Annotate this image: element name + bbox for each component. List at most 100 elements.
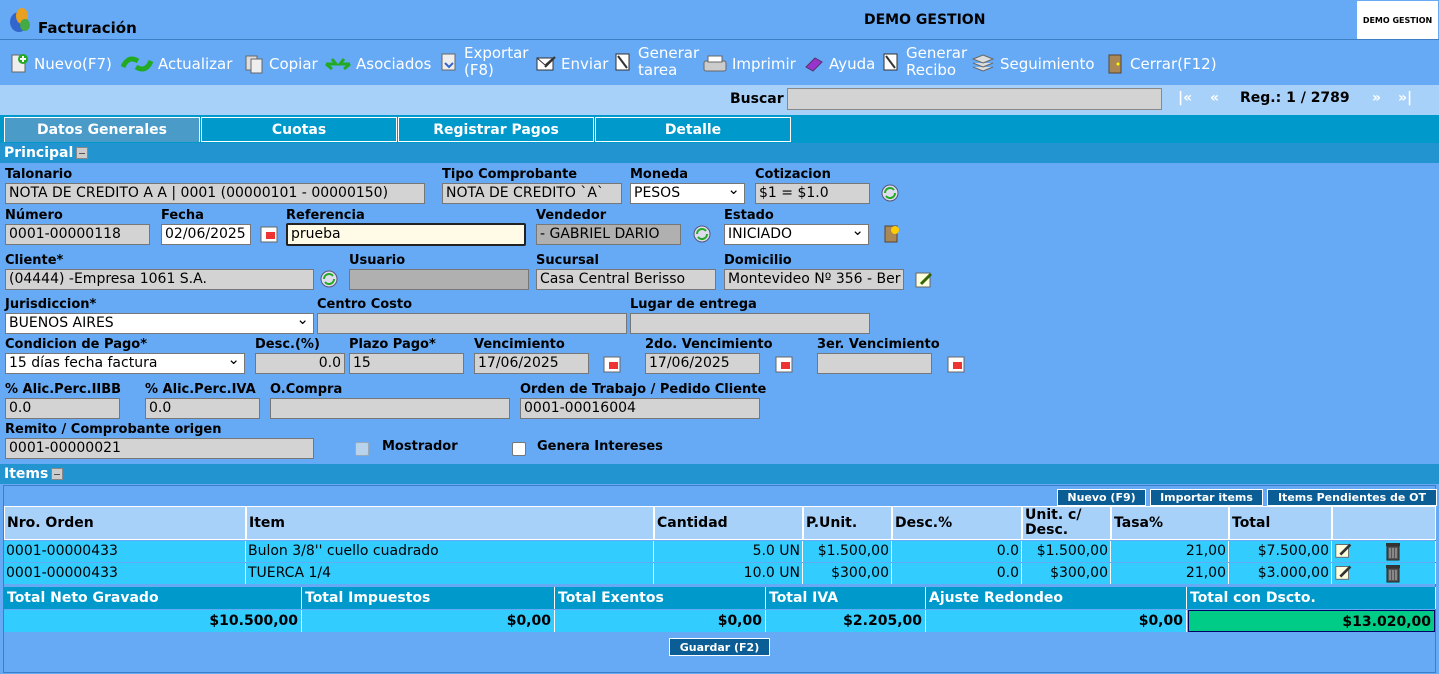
last-record-button[interactable]: »| <box>1398 90 1412 106</box>
numero-label: Número <box>5 208 63 223</box>
app-title: Facturación <box>38 19 137 37</box>
vencimiento2-field[interactable]: 17/06/2025 <box>645 353 760 374</box>
condicion-pago-select[interactable]: 15 días fecha factura <box>5 353 245 374</box>
print-button[interactable]: Imprimir <box>702 53 796 75</box>
table-row-desc: 0.0 <box>892 563 1022 584</box>
cliente-field[interactable]: (04444) -Empresa 1061 S.A. <box>5 269 314 290</box>
total-con-dscto-label: Total con Dscto. <box>1187 587 1436 609</box>
cotizacion-field[interactable]: $1 = $1.0 <box>755 183 870 204</box>
lugar-entrega-field[interactable] <box>630 313 870 334</box>
save-button[interactable]: Guardar (F2) <box>669 638 770 656</box>
edit-item-icon[interactable] <box>1334 562 1354 582</box>
trash-icon[interactable] <box>1382 540 1404 562</box>
col-desc[interactable]: Desc.% <box>892 506 1022 540</box>
moneda-select[interactable]: PESOS <box>630 183 745 204</box>
descuento-field[interactable]: 0.0 <box>255 353 345 374</box>
tracking-button[interactable]: Seguimiento <box>970 53 1095 75</box>
copy-button[interactable]: Copiar <box>243 53 318 75</box>
jurisdiccion-select[interactable]: BUENOS AIRES <box>5 313 314 334</box>
alic-iibb-label: % Alic.Perc.IIBB <box>5 382 122 397</box>
col-item[interactable]: Item <box>246 506 654 540</box>
vendedor-lookup-icon[interactable] <box>691 223 713 245</box>
calendar-icon[interactable] <box>258 223 280 245</box>
items-section-header[interactable]: Items <box>0 464 1439 484</box>
close-door-icon <box>1108 54 1122 74</box>
tab-detalle[interactable]: Detalle <box>595 117 791 142</box>
orden-trabajo-field[interactable]: 0001-00016004 <box>520 398 760 419</box>
edit-item-icon[interactable] <box>1334 540 1354 560</box>
table-row-cantidad: 10.0 UN <box>654 563 803 584</box>
edit-address-icon[interactable] <box>913 268 935 290</box>
generate-receipt-button[interactable]: Generar Recibo <box>880 45 967 79</box>
referencia-input[interactable]: prueba <box>286 223 526 246</box>
tipo-comprobante-field[interactable]: NOTA DE CREDITO `A` <box>442 183 622 204</box>
refresh-button[interactable]: Actualizar <box>120 53 232 75</box>
alic-iva-field[interactable]: 0.0 <box>145 398 260 419</box>
send-button[interactable]: Enviar <box>535 53 608 75</box>
export-button[interactable]: Exportar (F8) <box>438 45 528 79</box>
estado-label: Estado <box>724 208 774 223</box>
vencimiento3-field[interactable] <box>817 353 932 374</box>
vencimiento-field[interactable]: 17/06/2025 <box>474 353 589 374</box>
fecha-field[interactable]: 02/06/2025 <box>161 224 251 245</box>
calendar-icon[interactable] <box>773 353 795 375</box>
collapse-icon[interactable] <box>51 468 64 480</box>
generate-task-button[interactable]: Generar tarea <box>612 45 699 79</box>
genera-intereses-checkbox[interactable] <box>512 442 526 456</box>
tab-registrar-pagos[interactable]: Registrar Pagos <box>398 117 594 142</box>
remito-label: Remito / Comprobante origen <box>5 422 222 437</box>
search-input[interactable] <box>787 88 1162 110</box>
remito-field[interactable]: 0001-00000021 <box>5 438 314 459</box>
toolbar: Nuevo(F7) Actualizar Copiar Asociados Ex… <box>0 41 1439 85</box>
talonario-label: Talonario <box>5 167 73 182</box>
new-item-button[interactable]: Nuevo (F9) <box>1057 489 1146 506</box>
principal-section-header[interactable]: Principal <box>0 143 1439 163</box>
calendar-icon[interactable] <box>601 353 623 375</box>
total-impuestos-label: Total Impuestos <box>302 587 555 609</box>
condicion-pago-label: Condicion de Pago* <box>5 337 147 352</box>
collapse-icon[interactable] <box>76 147 89 159</box>
trash-icon[interactable] <box>1382 562 1404 584</box>
plazo-pago-field[interactable]: 15 <box>349 353 464 374</box>
table-row-item: TUERCA 1/4 <box>246 563 654 584</box>
sucursal-field[interactable]: Casa Central Berisso <box>536 269 716 290</box>
centro-costo-field[interactable] <box>317 313 627 334</box>
col-nro-orden[interactable]: Nro. Orden <box>4 506 246 540</box>
numero-field[interactable]: 0001-00000118 <box>5 224 150 245</box>
calendar-icon[interactable] <box>945 353 967 375</box>
cliente-lookup-icon[interactable] <box>318 268 340 290</box>
table-row-total: $7.500,00 <box>1229 541 1332 562</box>
import-items-button[interactable]: Importar items <box>1150 489 1263 506</box>
next-record-button[interactable]: » <box>1372 90 1381 106</box>
prev-record-button[interactable]: « <box>1210 90 1219 106</box>
new-button[interactable]: Nuevo(F7) <box>8 53 112 75</box>
pending-ot-items-button[interactable]: Items Pendientes de OT <box>1267 489 1437 506</box>
total-con-dscto-value: $13.020,00 <box>1188 610 1435 632</box>
col-unit-desc[interactable]: Unit. c/ Desc. <box>1022 506 1111 540</box>
col-cantidad[interactable]: Cantidad <box>654 506 803 540</box>
col-total[interactable]: Total <box>1229 506 1332 540</box>
refresh-rate-icon[interactable] <box>879 182 901 204</box>
associated-icon <box>325 58 351 71</box>
estado-select[interactable]: INICIADO <box>724 224 869 245</box>
talonario-field[interactable]: NOTA DE CREDITO A A | 0001 (00000101 - 0… <box>5 183 425 204</box>
close-button[interactable]: Cerrar(F12) <box>1104 53 1217 75</box>
domicilio-field[interactable]: Montevideo Nº 356 - Ber <box>724 269 904 290</box>
mostrador-checkbox[interactable] <box>355 442 369 456</box>
tab-datos-generales[interactable]: Datos Generales <box>4 117 200 142</box>
associated-button[interactable]: Asociados <box>324 53 431 75</box>
col-tasa[interactable]: Tasa% <box>1111 506 1229 540</box>
total-exentos-label: Total Exentos <box>555 587 766 609</box>
tab-cuotas[interactable]: Cuotas <box>201 117 397 142</box>
col-p-unit[interactable]: P.Unit. <box>803 506 892 540</box>
domicilio-label: Domicilio <box>724 253 792 268</box>
referencia-label: Referencia <box>286 208 365 223</box>
orden-compra-field[interactable] <box>270 398 510 419</box>
alic-iibb-field[interactable]: 0.0 <box>5 398 120 419</box>
first-record-button[interactable]: |« <box>1178 90 1192 106</box>
usuario-field[interactable] <box>349 269 529 290</box>
new-doc-icon <box>11 54 28 73</box>
help-button[interactable]: Ayuda <box>803 53 875 75</box>
vendedor-field[interactable]: - GABRIEL DARIO <box>536 224 681 245</box>
estado-history-icon[interactable] <box>880 223 902 245</box>
